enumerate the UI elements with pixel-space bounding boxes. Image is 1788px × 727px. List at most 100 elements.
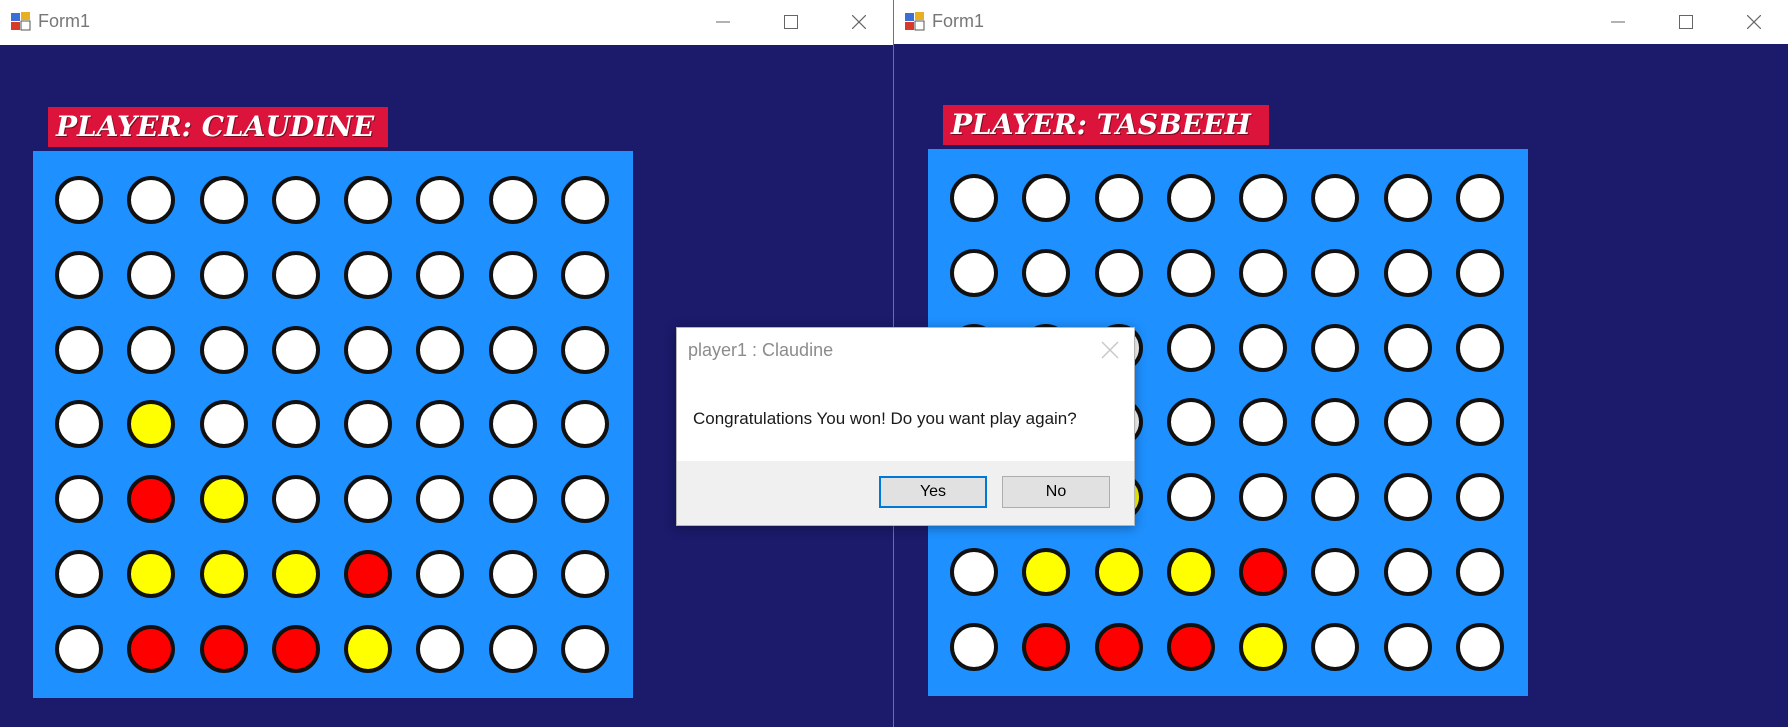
board-cell[interactable] <box>188 611 260 686</box>
board-cell[interactable] <box>404 537 476 612</box>
board-cell[interactable] <box>938 535 1010 610</box>
board-cell[interactable] <box>332 462 404 537</box>
board-cell[interactable] <box>115 537 187 612</box>
board-cell[interactable] <box>115 312 187 387</box>
board-cell[interactable] <box>332 537 404 612</box>
board-cell[interactable] <box>938 236 1010 311</box>
board-cell[interactable] <box>549 238 621 313</box>
board-cell[interactable] <box>260 387 332 462</box>
board-cell[interactable] <box>188 312 260 387</box>
board-cell[interactable] <box>115 462 187 537</box>
board-cell[interactable] <box>1155 236 1227 311</box>
board-cell[interactable] <box>1372 609 1444 684</box>
board-cell[interactable] <box>188 163 260 238</box>
board-cell[interactable] <box>115 387 187 462</box>
board-cell[interactable] <box>332 387 404 462</box>
board-cell[interactable] <box>260 462 332 537</box>
board-cell[interactable] <box>188 387 260 462</box>
board-cell[interactable] <box>477 611 549 686</box>
board-cell[interactable] <box>1444 236 1516 311</box>
board-cell[interactable] <box>1444 535 1516 610</box>
board-cell[interactable] <box>1372 460 1444 535</box>
board-cell[interactable] <box>1444 161 1516 236</box>
close-icon[interactable] <box>1100 340 1120 360</box>
board-cell[interactable] <box>188 238 260 313</box>
board-cell[interactable] <box>549 163 621 238</box>
board-cell[interactable] <box>332 163 404 238</box>
board-cell[interactable] <box>1372 161 1444 236</box>
minimize-button[interactable] <box>689 0 757 44</box>
board-cell[interactable] <box>43 537 115 612</box>
board-cell[interactable] <box>1010 535 1082 610</box>
board-cell[interactable] <box>549 312 621 387</box>
board-cell[interactable] <box>1155 535 1227 610</box>
board-cell[interactable] <box>260 312 332 387</box>
board-cell[interactable] <box>404 387 476 462</box>
board-cell[interactable] <box>1299 236 1371 311</box>
board-cell[interactable] <box>404 462 476 537</box>
board-cell[interactable] <box>188 462 260 537</box>
board-cell[interactable] <box>404 611 476 686</box>
board-cell[interactable] <box>1227 310 1299 385</box>
board-cell[interactable] <box>549 537 621 612</box>
board-cell[interactable] <box>477 238 549 313</box>
board-cell[interactable] <box>260 238 332 313</box>
board-cell[interactable] <box>1155 385 1227 460</box>
board-cell[interactable] <box>1227 609 1299 684</box>
board-cell[interactable] <box>1299 310 1371 385</box>
board-cell[interactable] <box>477 312 549 387</box>
board-cell[interactable] <box>1010 236 1082 311</box>
board-cell[interactable] <box>332 611 404 686</box>
board-cell[interactable] <box>43 163 115 238</box>
board-cell[interactable] <box>43 611 115 686</box>
board-cell[interactable] <box>477 387 549 462</box>
board-cell[interactable] <box>260 611 332 686</box>
board-cell[interactable] <box>1444 609 1516 684</box>
board-cell[interactable] <box>938 609 1010 684</box>
board-cell[interactable] <box>260 163 332 238</box>
yes-button[interactable]: Yes <box>879 476 987 508</box>
board-cell[interactable] <box>404 312 476 387</box>
board-cell[interactable] <box>43 312 115 387</box>
board-cell[interactable] <box>549 462 621 537</box>
board-cell[interactable] <box>1227 161 1299 236</box>
board-cell[interactable] <box>1299 535 1371 610</box>
board-cell[interactable] <box>1444 460 1516 535</box>
board-cell[interactable] <box>1372 535 1444 610</box>
maximize-button[interactable] <box>1652 0 1720 44</box>
maximize-button[interactable] <box>757 0 825 44</box>
board-cell[interactable] <box>477 462 549 537</box>
title-bar[interactable]: Form1 <box>0 0 893 45</box>
board-cell[interactable] <box>43 387 115 462</box>
board-cell[interactable] <box>1155 609 1227 684</box>
board-cell[interactable] <box>1227 236 1299 311</box>
board-cell[interactable] <box>1155 310 1227 385</box>
board-cell[interactable] <box>549 611 621 686</box>
board-cell[interactable] <box>1372 385 1444 460</box>
board-cell[interactable] <box>115 238 187 313</box>
close-button[interactable] <box>1720 0 1788 44</box>
minimize-button[interactable] <box>1584 0 1652 44</box>
board-cell[interactable] <box>332 238 404 313</box>
board-cell[interactable] <box>43 462 115 537</box>
board-cell[interactable] <box>1227 535 1299 610</box>
board-cell[interactable] <box>1010 161 1082 236</box>
board-cell[interactable] <box>1010 609 1082 684</box>
board-cell[interactable] <box>404 238 476 313</box>
no-button[interactable]: No <box>1002 476 1110 508</box>
board-cell[interactable] <box>1083 236 1155 311</box>
board-cell[interactable] <box>404 163 476 238</box>
board-cell[interactable] <box>1299 460 1371 535</box>
board-cell[interactable] <box>1299 609 1371 684</box>
board-cell[interactable] <box>115 163 187 238</box>
board-cell[interactable] <box>43 238 115 313</box>
board-cell[interactable] <box>549 387 621 462</box>
board-cell[interactable] <box>115 611 187 686</box>
board-cell[interactable] <box>1155 460 1227 535</box>
board-cell[interactable] <box>477 163 549 238</box>
board-cell[interactable] <box>1083 609 1155 684</box>
board-cell[interactable] <box>1083 161 1155 236</box>
board-cell[interactable] <box>1299 385 1371 460</box>
board-cell[interactable] <box>1372 310 1444 385</box>
board-cell[interactable] <box>1444 385 1516 460</box>
